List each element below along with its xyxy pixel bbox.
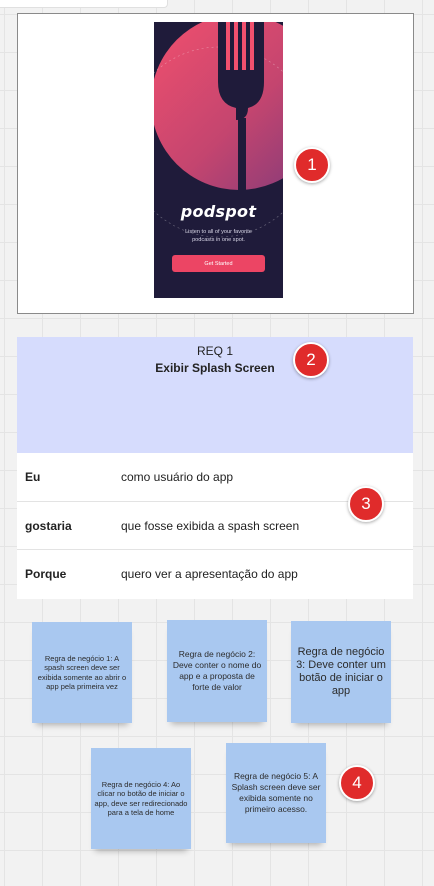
requirement-title: Exibir Splash Screen <box>155 361 275 375</box>
get-started-button[interactable]: Get Started <box>172 255 265 272</box>
splash-screen-mockup[interactable]: podspot Listen to all of your favorite p… <box>154 22 283 298</box>
user-story-table[interactable]: Eu como usuário do app gostaria que foss… <box>17 453 413 599</box>
sticky-note[interactable]: Regra de negócio 5: A Splash screen deve… <box>226 743 326 843</box>
user-story-key: Eu <box>25 470 41 484</box>
badge-3: 3 <box>348 486 384 522</box>
sticky-note[interactable]: Regra de negócio 4: Ao clicar no botão d… <box>91 748 191 849</box>
requirement-card[interactable]: REQ 1 Exibir Splash Screen <box>17 337 413 453</box>
app-logo: podspot <box>180 202 257 221</box>
user-story-value: quero ver a apresentação do app <box>121 566 298 581</box>
user-story-value: como usuário do app <box>121 470 234 484</box>
badge-2: 2 <box>293 342 329 378</box>
user-story-key: gostaria <box>25 518 72 533</box>
sticky-note[interactable]: Regra de negócio 2: Deve conter o nome d… <box>167 620 267 722</box>
user-story-key: Porque <box>25 566 67 581</box>
badge-4: 4 <box>339 765 375 801</box>
toolbar-tab[interactable] <box>0 0 168 8</box>
sticky-note[interactable]: Regra de negócio 3: Deve conter um botão… <box>291 621 391 723</box>
requirement-number: REQ 1 <box>196 344 233 358</box>
app-tagline: Listen to all of your favorite podcasts … <box>185 229 252 243</box>
sticky-note[interactable]: Regra de negócio 1: A spash screen deve … <box>32 622 132 723</box>
user-story-row: Porque quero ver a apresentação do app <box>17 549 413 597</box>
badge-1: 1 <box>294 147 330 183</box>
